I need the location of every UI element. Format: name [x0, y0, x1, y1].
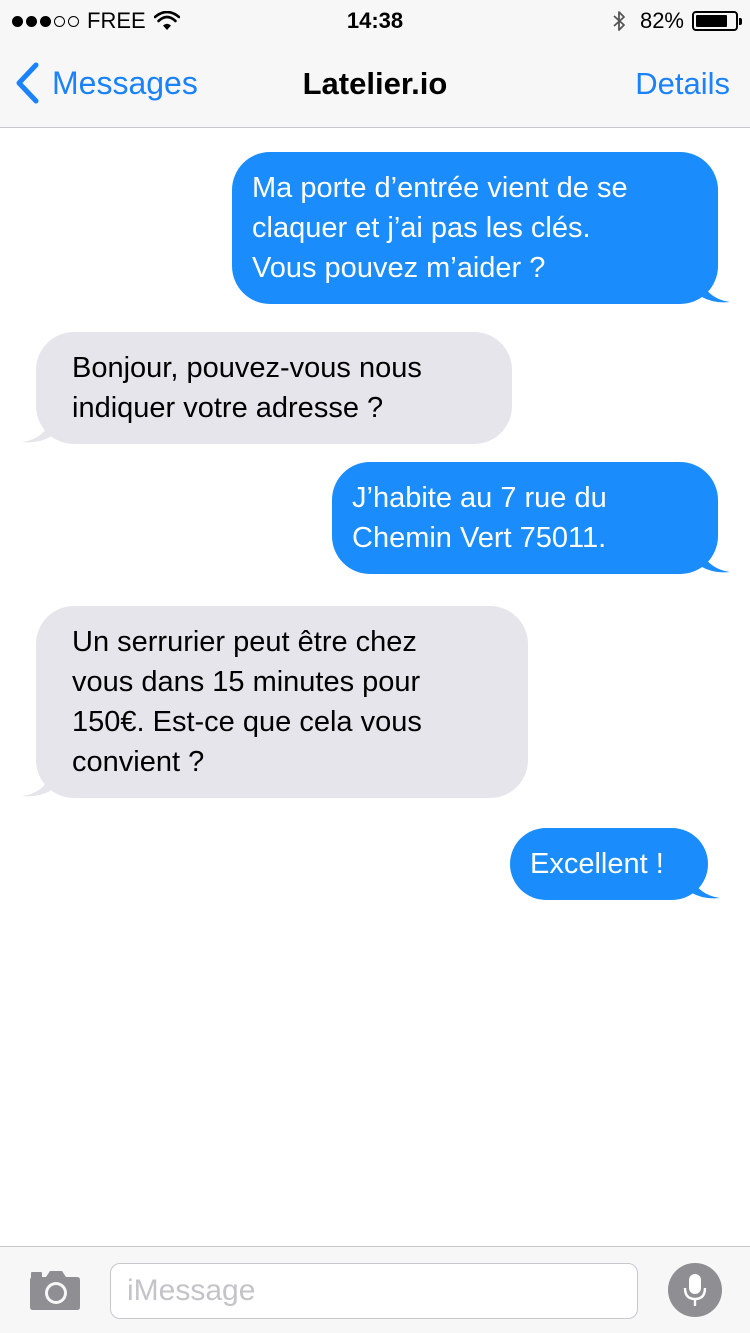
message-text: Excellent ! — [530, 848, 664, 880]
message-text: Un serrurier peut être chez vous dans 15… — [72, 626, 422, 778]
details-button[interactable]: Details — [635, 66, 730, 102]
bubble-tail — [700, 274, 730, 303]
bubble-tail — [700, 544, 730, 573]
message-bubble-outgoing[interactable]: J’habite au 7 rue du Chemin Vert 75011. — [332, 462, 730, 574]
message-bubble-incoming[interactable]: Un serrurier peut être chez vous dans 15… — [22, 606, 528, 798]
message-thread[interactable]: Ma porte d’entrée vient de se claquer et… — [0, 128, 750, 1246]
bubble-tail — [22, 768, 52, 797]
nav-bar: Messages Latelier.io Details — [0, 40, 750, 128]
message-bubble-outgoing[interactable]: Ma porte d’entrée vient de se claquer et… — [232, 152, 730, 304]
battery-icon — [692, 11, 742, 31]
message-bubble-incoming[interactable]: Bonjour, pouvez-vous nous indiquer votre… — [22, 332, 512, 444]
message-text: J’habite au 7 rue du Chemin Vert 75011. — [352, 482, 607, 554]
camera-button[interactable] — [28, 1269, 82, 1311]
microphone-icon — [683, 1274, 707, 1306]
message-text: Ma porte d’entrée vient de se claquer et… — [252, 172, 628, 284]
message-text: Bonjour, pouvez-vous nous indiquer votre… — [72, 352, 422, 424]
input-bar — [0, 1246, 750, 1333]
status-right: 82% — [612, 8, 742, 34]
bubble-tail — [690, 870, 720, 899]
microphone-button[interactable] — [668, 1263, 722, 1317]
bluetooth-icon — [612, 10, 626, 32]
imessage-input[interactable] — [110, 1263, 638, 1319]
camera-icon — [30, 1271, 80, 1310]
battery-fill — [696, 15, 728, 27]
bubble-tail — [22, 414, 52, 443]
message-bubble-outgoing[interactable]: Excellent ! — [510, 828, 720, 900]
status-bar: FREE 14:38 82% — [0, 0, 750, 40]
battery-percent: 82% — [639, 8, 684, 33]
